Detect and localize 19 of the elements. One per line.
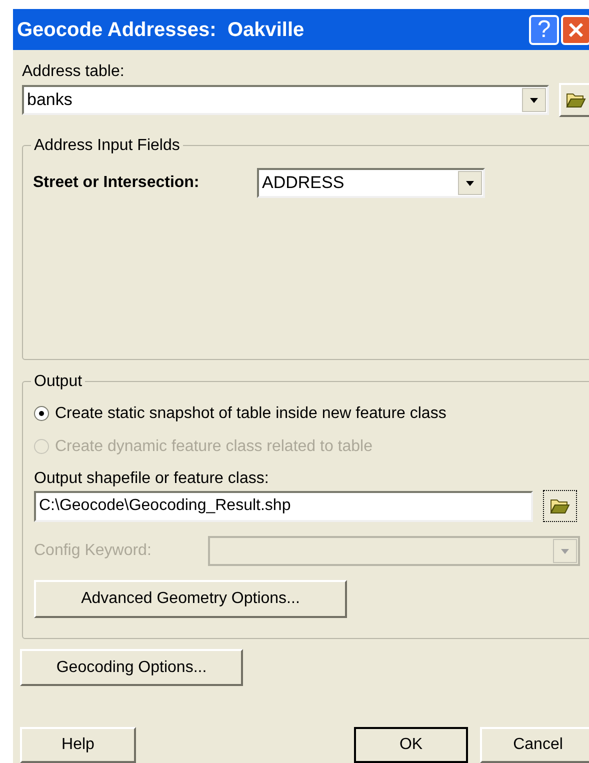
dialog-button[interactable]: Cancel	[480, 727, 589, 763]
output-path-field[interactable]: C:\Geocode\Geocoding_Result.shp	[34, 490, 533, 522]
field-label: Output shapefile or feature class:	[34, 469, 270, 489]
dialog-button[interactable]: Help	[20, 727, 136, 763]
geocoding-options-button[interactable]: Geocoding Options...	[20, 649, 243, 686]
help-button[interactable]: ?	[529, 14, 559, 44]
advanced-geometry-button[interactable]: Advanced Geometry Options...	[34, 580, 347, 618]
window-title: Geocode Addresses: Oakville	[17, 18, 306, 42]
field-label: Street or Intersection:	[33, 173, 200, 193]
street-combo[interactable]: ADDRESS	[257, 168, 485, 198]
radio-label: Create static snapshot of table inside new feature class	[55, 404, 446, 424]
combo-value: banks	[26, 89, 74, 112]
field-label: Config Keyword:	[34, 541, 152, 561]
field-value: C:\Geocode\Geocoding_Result.shp	[39, 496, 291, 516]
address-table-combo[interactable]: banks	[22, 85, 549, 115]
field-label: Address table:	[22, 62, 126, 82]
dialog-button[interactable]: OK	[354, 727, 468, 763]
combo-value: ADDRESS	[261, 172, 346, 194]
radio-label: Create dynamic feature class related to table	[55, 436, 372, 456]
